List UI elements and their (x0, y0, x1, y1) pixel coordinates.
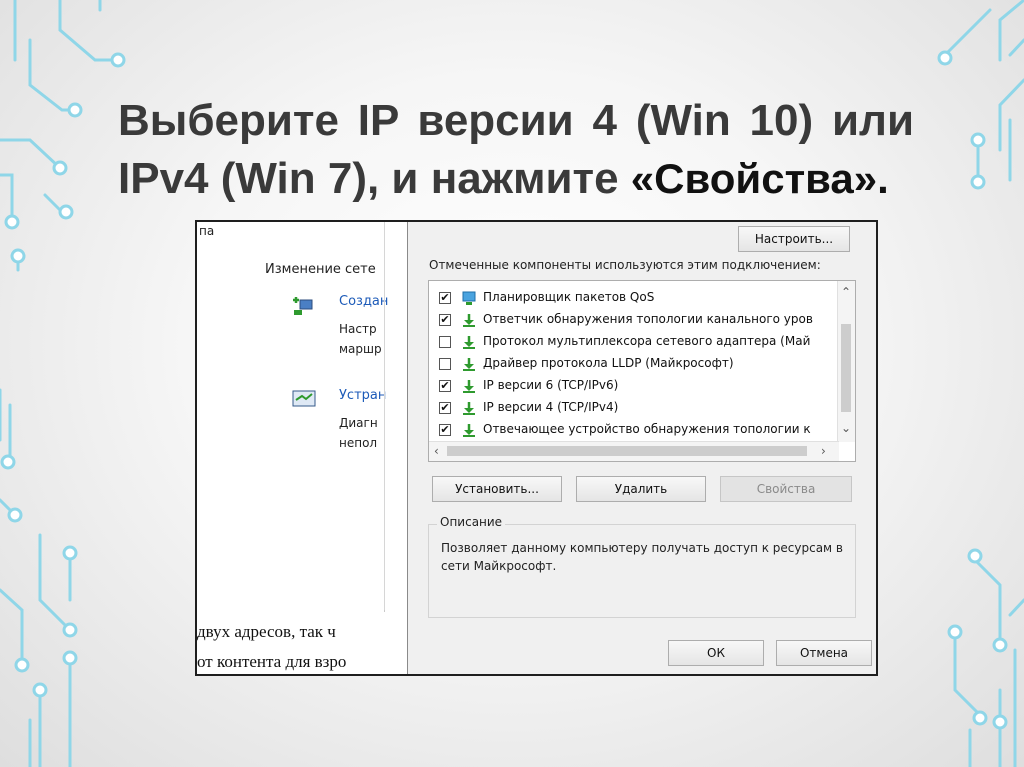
slide-title: Выберите IP версии 4 (Win 10) или IPv4 (… (118, 92, 914, 208)
description-group: Описание Позволяет данному компьютеру по… (428, 515, 856, 618)
component-checkbox[interactable]: ✔ (439, 292, 451, 304)
install-button[interactable]: Установить... (432, 476, 562, 502)
protocol-icon (463, 336, 475, 349)
description-legend: Описание (437, 515, 506, 529)
protocol-icon (463, 358, 475, 371)
bg-item1-line1: Настр (339, 322, 377, 336)
scroll-right-icon[interactable]: › (821, 444, 826, 458)
component-row[interactable]: Драйвер протокола LLDP (Майкрософт) (429, 353, 839, 375)
component-checkbox[interactable]: ✔ (439, 314, 451, 326)
components-label: Отмеченные компоненты используются этим … (429, 258, 821, 272)
component-label: Планировщик пакетов QoS (483, 290, 655, 304)
scroll-down-icon[interactable]: ⌄ (841, 421, 851, 435)
vertical-scroll-thumb[interactable] (841, 324, 851, 412)
component-label: Ответчик обнаружения топологии канальног… (483, 312, 813, 326)
component-checkbox[interactable]: ✔ (439, 380, 451, 392)
protocol-icon (463, 314, 475, 327)
component-row[interactable]: Протокол мультиплексора сетевого адаптер… (429, 331, 839, 353)
bg-text-line2: от контента для взро (197, 652, 347, 671)
scroll-up-icon[interactable]: ⌃ (841, 285, 851, 299)
qos-icon (462, 291, 476, 305)
component-checkbox[interactable] (439, 336, 451, 348)
component-label: Драйвер протокола LLDP (Майкрософт) (483, 356, 734, 370)
slide-title-line2-prefix: IPv4 (Win 7), и нажмите (118, 154, 631, 203)
background-network-window: па Изменение сете Создан Настр маршр Уст… (197, 222, 388, 674)
bg-item1-link[interactable]: Создан (339, 294, 388, 309)
horizontal-scrollbar[interactable]: ‹ › (429, 441, 839, 461)
bg-heading: Изменение сете (265, 262, 376, 277)
bg-item1-line2: маршр (339, 342, 382, 356)
troubleshoot-icon (292, 390, 316, 407)
protocol-icon (463, 402, 475, 415)
bg-text-line1: двух адресов, так ч (197, 622, 336, 641)
remove-button[interactable]: Удалить (576, 476, 706, 502)
bg-item2-line2: непол (339, 436, 378, 450)
component-checkbox[interactable]: ✔ (439, 424, 451, 436)
ok-button[interactable]: ОК (668, 640, 764, 666)
component-row[interactable]: ✔ IP версии 6 (TCP/IPv6) (429, 375, 839, 397)
network-setup-icon (293, 297, 313, 315)
component-row[interactable]: ✔ IP версии 4 (TCP/IPv4) (429, 397, 839, 419)
protocol-icon (463, 424, 475, 437)
component-label: Протокол мультиплексора сетевого адаптер… (483, 334, 811, 348)
adapter-properties-dialog: Настроить... Отмеченные компоненты испол… (384, 222, 876, 674)
vertical-scrollbar[interactable]: ⌃ ⌄ (837, 281, 855, 442)
scroll-left-icon[interactable]: ‹ (434, 444, 439, 458)
description-text: Позволяет данному компьютеру получать до… (441, 541, 843, 573)
slide-title-properties-word: «Свойства». (630, 155, 889, 202)
configure-button[interactable]: Настроить... (738, 226, 850, 252)
horizontal-scroll-thumb[interactable] (447, 446, 807, 456)
component-checkbox[interactable]: ✔ (439, 402, 451, 414)
component-row[interactable]: ✔ Отвечающее устройство обнаружения топол… (429, 419, 839, 441)
bg-item2-link[interactable]: Устран (339, 388, 386, 403)
bg-item2-line1: Диагн (339, 416, 378, 430)
component-label: Отвечающее устройство обнаружения тополо… (483, 422, 811, 436)
screenshot-frame: па Изменение сете Создан Настр маршр Уст… (195, 220, 878, 676)
dialog-shadow-edge (384, 222, 385, 610)
component-label: IP версии 6 (TCP/IPv6) (483, 378, 619, 392)
bg-fragment-top: па (199, 224, 215, 238)
properties-button[interactable]: Свойства (720, 476, 852, 502)
slide-title-line1: Выберите IP версии 4 (Win 10) или (118, 96, 914, 145)
component-row[interactable]: ✔ Ответчик обнаружения топологии канально… (429, 309, 839, 331)
components-list[interactable]: ✔ Планировщик пакетов QoS ✔ Ответчик обнару… (428, 280, 856, 462)
slide-title-line2: IPv4 (Win 7), и нажмите «Свойства». (118, 150, 914, 208)
component-checkbox[interactable] (439, 358, 451, 370)
component-label: IP версии 4 (TCP/IPv4) (483, 400, 619, 414)
cancel-button[interactable]: Отмена (776, 640, 872, 666)
component-row[interactable]: ✔ Планировщик пакетов QoS (429, 287, 839, 309)
protocol-icon (463, 380, 475, 393)
